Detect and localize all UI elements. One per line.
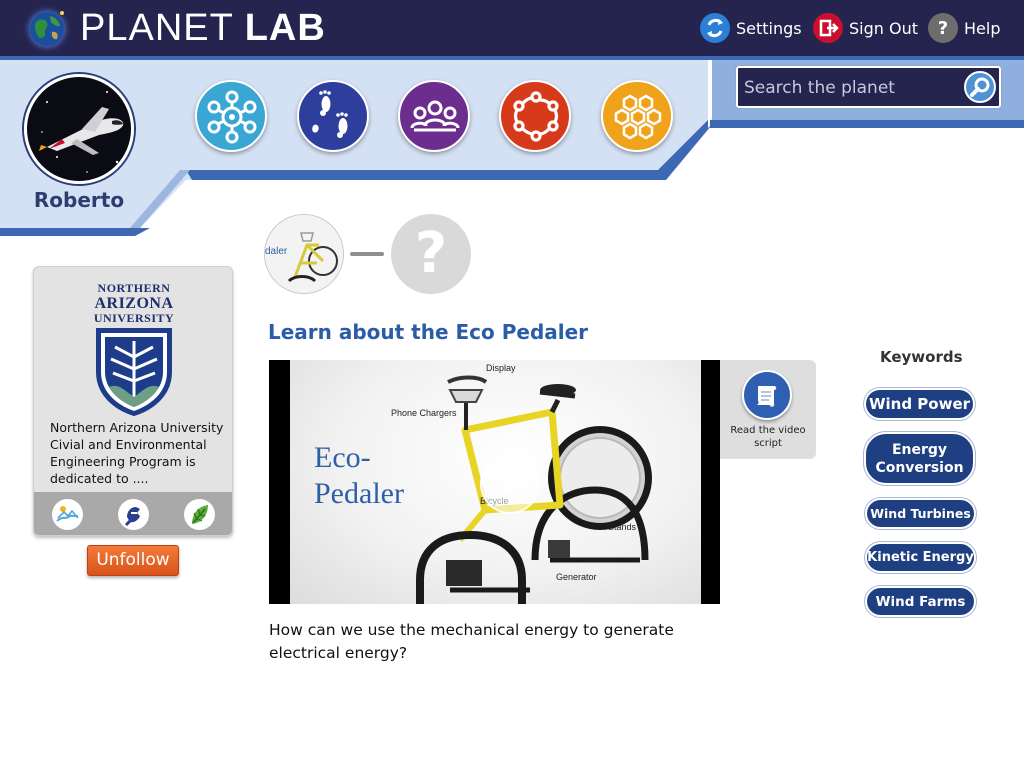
search-box [736, 66, 1001, 108]
circle-of-people-icon [513, 91, 559, 142]
keyword-kinetic-energy[interactable]: Kinetic Energy [865, 542, 976, 573]
help-link[interactable]: ? Help [928, 12, 1000, 44]
category-button-footprints[interactable] [297, 80, 369, 152]
institution-card[interactable]: NORTHERN ARIZONA UNIVERSITY Northern Ari… [33, 266, 233, 536]
network-eye-icon [207, 90, 257, 144]
label-stands: Stands [608, 522, 637, 532]
group-icon [410, 100, 460, 132]
search-icon [970, 77, 990, 97]
video-script-panel[interactable]: Read the video script [720, 360, 816, 459]
lesson-thumbnail[interactable]: daler [264, 214, 344, 294]
top-bar: PLANET LAB Settings Sign Out ? Help [0, 0, 1024, 56]
script-label: Read the video script [730, 425, 806, 449]
scroll-icon [756, 386, 777, 407]
video-title: Eco- Pedaler [314, 441, 404, 510]
institution-card-footer [34, 492, 232, 535]
category-button-circle-people[interactable] [499, 80, 571, 152]
progress-connector [350, 252, 384, 256]
keyword-energy-conversion[interactable]: Energy Conversion [864, 432, 975, 485]
category-button-group[interactable] [398, 80, 470, 152]
planet-lab-app: PLANET LAB Settings Sign Out ? Help Robe… [0, 0, 1024, 768]
label-phone-chargers: Phone Chargers [391, 408, 457, 418]
settings-link[interactable]: Settings [700, 12, 802, 44]
keyword-wind-power[interactable]: Wind Power [864, 388, 975, 420]
user-avatar[interactable] [24, 74, 134, 184]
play-button[interactable] [480, 454, 540, 514]
script-button[interactable] [742, 370, 792, 420]
sign-out-icon [813, 13, 843, 43]
keyword-wind-turbines[interactable]: Wind Turbines [865, 498, 976, 529]
hand-tool-icon[interactable] [118, 499, 149, 530]
lesson-question: How can we use the mechanical energy to … [269, 621, 674, 662]
sign-out-link[interactable]: Sign Out [813, 12, 918, 44]
unfollow-button[interactable]: Unfollow [87, 545, 179, 576]
help-icon: ? [928, 13, 958, 43]
user-name: Roberto [33, 188, 125, 212]
category-button-network[interactable] [195, 80, 267, 152]
settings-label: Settings [736, 18, 802, 38]
help-label: Help [964, 18, 1001, 38]
video-player[interactable]: Eco- Pedaler Display Phone Chargers Bicy… [269, 360, 720, 604]
next-step-unknown[interactable]: ? [391, 214, 471, 294]
honeycomb-icon [614, 94, 662, 140]
category-button-honeycomb[interactable] [601, 80, 673, 152]
label-generator: Generator [556, 572, 597, 582]
footprints-icon [312, 90, 348, 138]
institution-logo-text: NORTHERN ARIZONA UNIVERSITY [93, 281, 175, 325]
institution-description: Northern Arizona University Civial and E… [50, 420, 224, 486]
globe-logo-icon [22, 4, 72, 54]
keywords-title: Keywords [880, 348, 963, 366]
landscape-icon[interactable] [52, 499, 83, 530]
thumbnail-label: daler [265, 246, 288, 257]
settings-icon [700, 13, 730, 43]
university-shield-icon [96, 328, 172, 417]
leaf-icon[interactable] [184, 499, 215, 530]
play-icon [504, 473, 522, 495]
sign-out-label: Sign Out [849, 18, 918, 38]
video-frame: Eco- Pedaler Display Phone Chargers Bicy… [290, 360, 701, 604]
search-input[interactable] [744, 74, 958, 102]
app-title: PLANET LAB [80, 7, 326, 49]
lesson-title: Learn about the Eco Pedaler [268, 320, 589, 344]
search-button[interactable] [964, 71, 996, 103]
label-display: Display [486, 363, 516, 373]
keyword-wind-farms[interactable]: Wind Farms [865, 586, 976, 617]
